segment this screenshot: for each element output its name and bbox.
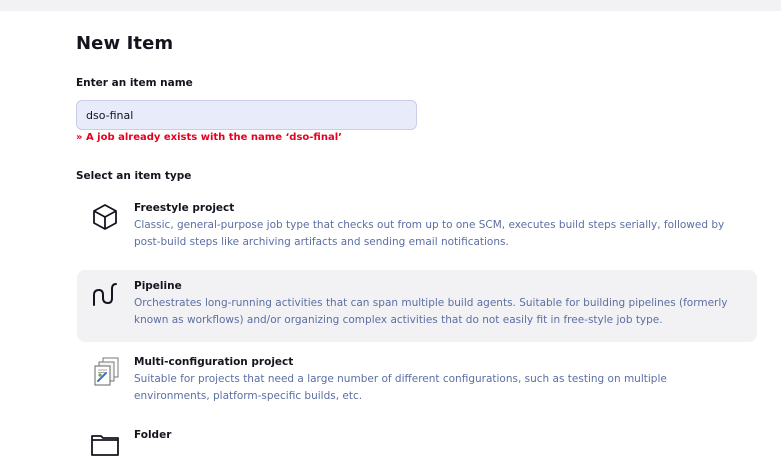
item-type-name: Multi-configuration project (134, 356, 294, 368)
item-type-description: Suitable for projects that need a large … (134, 373, 667, 402)
item-type-description: Classic, general-purpose job type that c… (134, 219, 725, 248)
item-name-label: Enter an item name (76, 77, 193, 89)
item-type-name: Freestyle project (134, 202, 235, 214)
package-box-icon (90, 202, 120, 232)
item-name-error: » A job already exists with the name ‘ds… (76, 132, 342, 143)
pipeline-icon (90, 280, 120, 310)
item-type-freestyle[interactable]: Freestyle project Classic, general-purpo… (77, 194, 757, 260)
page-title: New Item (76, 33, 174, 54)
item-name-input[interactable] (76, 100, 417, 130)
folder-icon (90, 429, 120, 459)
item-type-name: Pipeline (134, 280, 182, 292)
item-type-pipeline[interactable]: Pipeline Orchestrates long-running activ… (77, 270, 757, 342)
multi-configuration-icon (92, 356, 122, 386)
top-bar (0, 0, 781, 11)
item-type-multi-configuration[interactable]: Multi-configuration project Suitable for… (77, 349, 757, 415)
item-type-folder[interactable]: Folder (77, 421, 757, 456)
item-type-label: Select an item type (76, 170, 192, 182)
item-type-name: Folder (134, 429, 172, 441)
item-type-description: Orchestrates long-running activities tha… (134, 297, 728, 326)
